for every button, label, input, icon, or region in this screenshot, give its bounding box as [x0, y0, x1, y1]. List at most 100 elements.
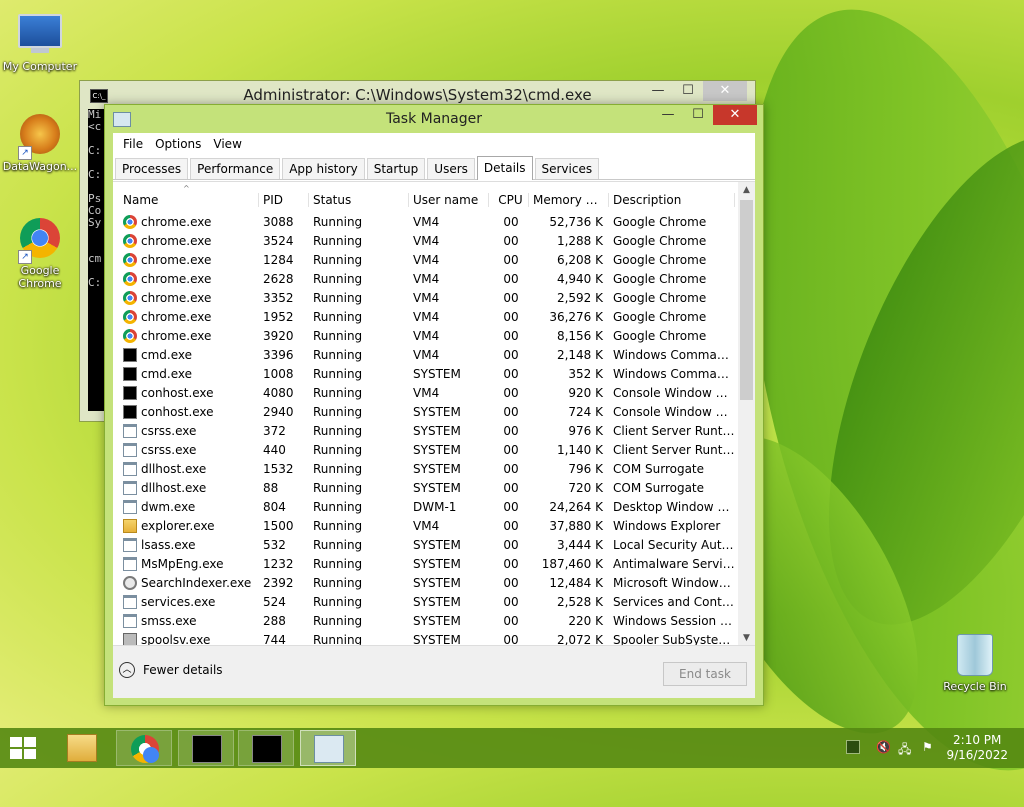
table-row[interactable]: lsass.exe 532 Running SYSTEM 00 3,444 K Local … — [113, 535, 755, 554]
table-row[interactable]: cmd.exe 1008 Running SYSTEM 00 352 K Windows C… — [113, 364, 755, 383]
table-row[interactable]: SearchIndexer.exe 2392 Running SYSTEM 00 12,4… — [113, 573, 755, 592]
close-button[interactable]: ✕ — [703, 81, 747, 101]
table-row[interactable]: conhost.exe 4080 Running VM4 00 920 K Console … — [113, 383, 755, 402]
table-row[interactable]: dllhost.exe 1532 Running SYSTEM 00 796 K COM S… — [113, 459, 755, 478]
tab-processes[interactable]: Processes — [115, 158, 189, 179]
minimize-button[interactable]: — — [653, 105, 683, 125]
table-row[interactable]: dllhost.exe 88 Running SYSTEM 00 720 K COM Sur… — [113, 478, 755, 497]
chrome-icon — [123, 252, 137, 267]
scrollbar-thumb[interactable] — [740, 200, 753, 400]
flag-icon[interactable]: ⚑ — [922, 740, 936, 754]
task-manager-window[interactable]: Task Manager — ☐ ✕ File Options View Pro… — [104, 104, 764, 706]
tab-services[interactable]: Services — [534, 158, 600, 179]
table-row[interactable]: conhost.exe 2940 Running SYSTEM 00 724 K Conso… — [113, 402, 755, 421]
process-name: csrss.exe — [141, 423, 197, 438]
network-icon[interactable]: 🖧 — [898, 740, 912, 756]
desktop-icon-my-computer[interactable]: My Computer — [0, 10, 80, 73]
tab-details[interactable]: Details — [476, 156, 533, 180]
menu-options[interactable]: Options — [149, 137, 207, 151]
process-name-cell: spoolsv.exe — [113, 632, 259, 647]
process-user: SYSTEM — [413, 575, 461, 590]
table-row[interactable]: chrome.exe 1952 Running VM4 00 36,276 K Google… — [113, 307, 755, 326]
taskbar-cmd[interactable] — [238, 730, 294, 766]
process-memory: 6,208 K — [556, 252, 603, 267]
volume-muted-icon[interactable]: 🔇 — [876, 740, 891, 754]
table-row[interactable]: spoolsv.exe 744 Running SYSTEM 00 2,072 K Spoo… — [113, 630, 755, 646]
process-user: VM4 — [413, 385, 440, 400]
column-header-description[interactable]: Description — [609, 193, 735, 207]
table-row[interactable]: services.exe 524 Running SYSTEM 00 2,528 K Ser… — [113, 592, 755, 611]
action-center-icon[interactable] — [846, 740, 860, 754]
menu-view[interactable]: View — [207, 137, 247, 151]
process-name: cmd.exe — [141, 366, 193, 381]
process-pid: 3524 — [263, 233, 294, 248]
app-icon — [123, 499, 137, 514]
process-cpu: 00 — [503, 385, 519, 400]
table-row[interactable]: dwm.exe 804 Running DWM-1 00 24,264 K Desktop … — [113, 497, 755, 516]
fewer-details-button[interactable]: ︿ Fewer details — [119, 662, 223, 678]
process-pid: 1532 — [263, 461, 294, 476]
start-button[interactable] — [10, 737, 36, 759]
desktop-icon-google-chrome[interactable]: ↗ Google Chrome — [0, 216, 80, 290]
process-status: Running — [313, 632, 363, 647]
process-user: SYSTEM — [413, 537, 461, 552]
column-header-pid[interactable]: PID — [259, 193, 309, 207]
process-cpu: 00 — [503, 480, 519, 495]
process-memory: 720 K — [568, 480, 603, 495]
process-pid: 524 — [263, 594, 286, 609]
process-memory: 2,148 K — [556, 347, 603, 362]
scroll-up-icon[interactable]: ▲ — [738, 182, 755, 198]
tab-app-history[interactable]: App history — [282, 158, 365, 179]
column-header-cpu[interactable]: CPU — [489, 193, 529, 207]
minimize-button[interactable]: — — [643, 81, 673, 101]
menu-file[interactable]: File — [117, 137, 149, 151]
column-header-memory[interactable]: Memory (p... — [529, 193, 609, 207]
tab-startup[interactable]: Startup — [366, 158, 426, 179]
process-name: chrome.exe — [141, 290, 212, 305]
table-row[interactable]: cmd.exe 3396 Running VM4 00 2,148 K Windows Co… — [113, 345, 755, 364]
task-manager-title-bar[interactable]: Task Manager — ☐ ✕ — [105, 105, 763, 133]
taskbar-file-explorer[interactable] — [54, 730, 110, 766]
tab-performance[interactable]: Performance — [190, 158, 281, 179]
taskbar-task-manager[interactable] — [300, 730, 356, 766]
maximize-button[interactable]: ☐ — [673, 81, 703, 101]
maximize-button[interactable]: ☐ — [683, 105, 713, 125]
chrome-icon — [123, 328, 137, 343]
process-name-cell: chrome.exe — [113, 309, 259, 324]
process-status: Running — [313, 309, 363, 324]
desktop-icon-datawagon[interactable]: ↗ DataWagon... — [0, 112, 80, 173]
table-row[interactable]: MsMpEng.exe 1232 Running SYSTEM 00 187,460 K A… — [113, 554, 755, 573]
process-table: ^ Name PID Status User name CPU Memory (… — [113, 181, 755, 646]
end-task-button[interactable]: End task — [663, 662, 747, 686]
column-header-status[interactable]: Status — [309, 193, 409, 207]
taskbar-chrome[interactable] — [116, 730, 172, 766]
clock[interactable]: 2:10 PM 9/16/2022 — [946, 733, 1008, 763]
desktop-icon-recycle-bin[interactable]: Recycle Bin — [935, 632, 1015, 693]
chrome-icon — [123, 271, 137, 286]
vertical-scrollbar[interactable]: ▲ ▼ — [738, 182, 755, 646]
table-row[interactable]: csrss.exe 440 Running SYSTEM 00 1,140 K Client… — [113, 440, 755, 459]
table-row[interactable]: csrss.exe 372 Running SYSTEM 00 976 K Client S… — [113, 421, 755, 440]
table-row[interactable]: chrome.exe 1284 Running VM4 00 6,208 K Google … — [113, 250, 755, 269]
tab-users[interactable]: Users — [427, 158, 475, 179]
column-header-user-name[interactable]: User name — [409, 193, 489, 207]
file-explorer-icon — [67, 734, 97, 762]
taskbar-cmd[interactable] — [178, 730, 234, 766]
process-name: spoolsv.exe — [141, 632, 211, 647]
table-row[interactable]: explorer.exe 1500 Running VM4 00 37,880 K Wind… — [113, 516, 755, 535]
table-row[interactable]: chrome.exe 3920 Running VM4 00 8,156 K Google … — [113, 326, 755, 345]
process-pid: 2392 — [263, 575, 294, 590]
table-row[interactable]: chrome.exe 3524 Running VM4 00 1,288 K Google … — [113, 231, 755, 250]
table-row[interactable]: smss.exe 288 Running SYSTEM 00 220 K Windows S… — [113, 611, 755, 630]
process-name-cell: chrome.exe — [113, 233, 259, 248]
cmd-title: Administrator: C:\Windows\System32\cmd.e… — [243, 86, 592, 104]
column-header-name[interactable]: Name — [113, 193, 259, 207]
process-user: VM4 — [413, 518, 440, 533]
process-memory: 2,072 K — [556, 632, 603, 647]
scroll-down-icon[interactable]: ▼ — [738, 630, 755, 646]
process-user: DWM-1 — [413, 499, 457, 514]
table-row[interactable]: chrome.exe 3088 Running VM4 00 52,736 K Google… — [113, 212, 755, 231]
table-row[interactable]: chrome.exe 2628 Running VM4 00 4,940 K Google … — [113, 269, 755, 288]
close-button[interactable]: ✕ — [713, 105, 757, 125]
table-row[interactable]: chrome.exe 3352 Running VM4 00 2,592 K Google … — [113, 288, 755, 307]
